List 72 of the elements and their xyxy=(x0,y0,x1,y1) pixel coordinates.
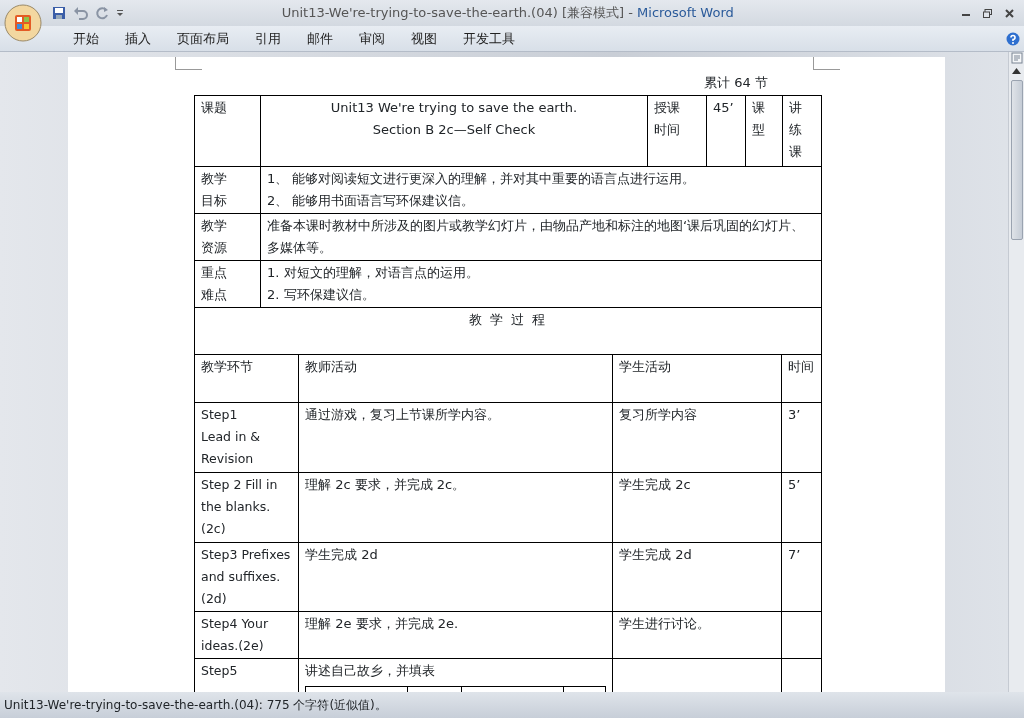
close-icon[interactable] xyxy=(1005,8,1014,18)
scrollbar-thumb[interactable] xyxy=(1010,80,1023,240)
step-name: and suffixes. xyxy=(201,568,282,586)
step-name: Step1 xyxy=(201,406,239,424)
app-name: Microsoft Word xyxy=(637,5,734,21)
teacher-activity: 理解 2c 要求，并完成 2c。 xyxy=(305,476,467,494)
row-text: 2、 能够用书面语言写环保建议信。 xyxy=(267,192,476,210)
step-name: ideas.(2e) xyxy=(201,637,265,655)
ribbon-tab[interactable]: 插入 xyxy=(112,25,164,52)
lesson-duration: 45’ xyxy=(713,100,734,115)
ribbon-tab[interactable]: 开始 xyxy=(60,25,112,52)
student-activity: 学生进行讨论。 xyxy=(619,616,710,631)
column-header: 学生活动 xyxy=(619,359,671,374)
section-heading: 教 学 过 程 xyxy=(468,312,548,327)
ribbon-tab[interactable]: 审阅 xyxy=(346,25,398,52)
teacher-activity: 通过游戏，复习上节课所学内容。 xyxy=(305,406,501,424)
status-text: Unit13-We're-trying-to-save-the-earth.(04): 775 个字符(近似值)。 xyxy=(4,698,387,712)
step-name: the blanks. xyxy=(201,498,272,516)
ruler-toggle-icon[interactable] xyxy=(1010,52,1023,64)
row-text: 1. 对短文的理解，对语言点的运用。 xyxy=(267,264,480,282)
row-label: 重点 xyxy=(201,264,228,282)
step-name: Step3 Prefixes xyxy=(201,546,292,564)
row-text: 2. 写环保建议信。 xyxy=(267,286,376,304)
student-activity: 复习所学内容 xyxy=(619,407,697,422)
column-header: 时间 xyxy=(788,359,814,374)
step-name: Step 2 Fill in xyxy=(201,476,279,494)
row-label: 教学 xyxy=(201,217,228,235)
cell-label: 型 xyxy=(752,121,766,139)
teacher-activity: 学生完成 2d xyxy=(305,546,379,564)
step-name: Lead in & xyxy=(201,428,262,446)
help-icon[interactable] xyxy=(1006,31,1020,46)
scroll-up-icon[interactable] xyxy=(1012,68,1021,74)
row-label: 资源 xyxy=(201,239,228,257)
column-header: 教师活动 xyxy=(305,359,357,374)
lesson-type: 练 xyxy=(789,121,803,139)
window-title: Unit13-We're-trying-to-save-the-earth.(04) [兼容模式] xyxy=(281,5,625,21)
title-separator: - xyxy=(628,5,633,21)
step-name: Step5 xyxy=(201,662,239,680)
ribbon-tab[interactable]: 开发工具 xyxy=(450,25,528,52)
cell-label: 课 xyxy=(752,99,766,117)
step-duration: 7’ xyxy=(788,547,801,562)
step-name: Step4 Your xyxy=(201,615,270,633)
step-name: Revision xyxy=(201,450,255,468)
ribbon-tab[interactable]: 视图 xyxy=(398,25,450,52)
lesson-title: Unit13 We're trying to save the earth. xyxy=(329,99,579,117)
teacher-activity: 讲述自己故乡，并填表 xyxy=(305,662,436,680)
cell-label: 时间 xyxy=(654,121,681,139)
row-label: 难点 xyxy=(201,286,228,304)
row-text: 准备本课时教材中所涉及的图片或教学幻灯片，由物品产地和标注的地图‘课后巩固的幻灯片、多媒体等。 xyxy=(267,217,806,257)
lesson-type: 讲 xyxy=(789,99,803,117)
header-note: 累计 64 节 xyxy=(704,75,768,90)
step-name: (2d) xyxy=(201,590,228,608)
column-header: 教学环节 xyxy=(201,359,253,374)
restore-icon[interactable] xyxy=(983,8,992,18)
dropdown-icon[interactable] xyxy=(115,9,124,17)
row-text: 1、 能够对阅读短文进行更深入的理解，并对其中重要的语言点进行运用。 xyxy=(267,170,697,188)
row-label: 教学 xyxy=(201,170,228,188)
ribbon-tab[interactable]: 引用 xyxy=(242,25,294,52)
cell-label: 课题 xyxy=(201,100,227,115)
step-duration: 5’ xyxy=(788,477,801,492)
save-icon[interactable] xyxy=(52,6,66,20)
row-label: 目标 xyxy=(201,192,228,210)
step-duration: 3’ xyxy=(788,407,801,422)
cell-label: 授课 xyxy=(654,99,681,117)
lesson-type: 课 xyxy=(789,143,803,161)
teacher-activity: 理解 2e 要求，并完成 2e. xyxy=(305,615,460,633)
lesson-title: Section B 2c—Self Check xyxy=(371,121,537,139)
student-activity: 学生完成 2d xyxy=(619,547,692,562)
student-activity: 学生完成 2c xyxy=(619,477,691,492)
ribbon-tab[interactable]: 邮件 xyxy=(294,25,346,52)
ribbon-tab[interactable]: 页面布局 xyxy=(164,25,242,52)
step-name: (2c) xyxy=(201,520,227,538)
